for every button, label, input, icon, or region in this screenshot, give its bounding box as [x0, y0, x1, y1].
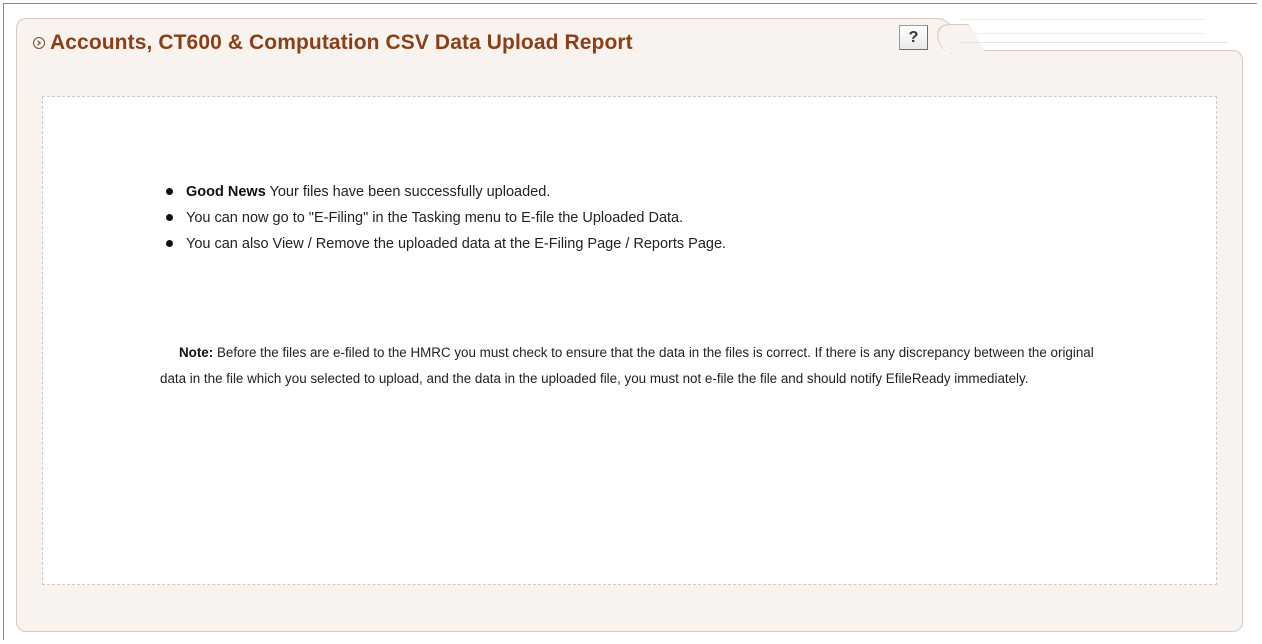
bullet-dot-icon — [166, 188, 173, 195]
note-label: Note: — [179, 345, 214, 360]
list-item: You can now go to "E-Filing" in the Task… — [163, 209, 726, 235]
list-item: You can also View / Remove the uploaded … — [163, 235, 726, 261]
note-text: Before the files are e-filed to the HMRC… — [160, 345, 1094, 386]
list-item: Good News Your files have been successfu… — [163, 183, 726, 209]
panel-top-edge — [958, 42, 1228, 43]
panel-header: Accounts, CT600 & Computation CSV Data U… — [33, 31, 633, 55]
page-title: Accounts, CT600 & Computation CSV Data U… — [50, 31, 633, 54]
note-paragraph: Note: Before the files are e-filed to th… — [160, 340, 1100, 392]
bullet-dot-icon — [166, 240, 173, 247]
circle-chevron-right-icon — [33, 37, 45, 49]
help-button[interactable]: ? — [899, 25, 928, 50]
upload-success-text: Your files have been successfully upload… — [265, 184, 551, 200]
message-list: Good News Your files have been successfu… — [163, 183, 726, 261]
decorative-line — [960, 33, 1205, 34]
decorative-line — [960, 19, 1205, 20]
report-content: Good News Your files have been successfu… — [42, 96, 1217, 585]
good-news-label: Good News — [186, 184, 266, 200]
efiling-instruction-text: You can now go to "E-Filing" in the Task… — [186, 210, 684, 226]
view-remove-instruction-text: You can also View / Remove the uploaded … — [186, 236, 727, 252]
bullet-dot-icon — [166, 214, 173, 221]
